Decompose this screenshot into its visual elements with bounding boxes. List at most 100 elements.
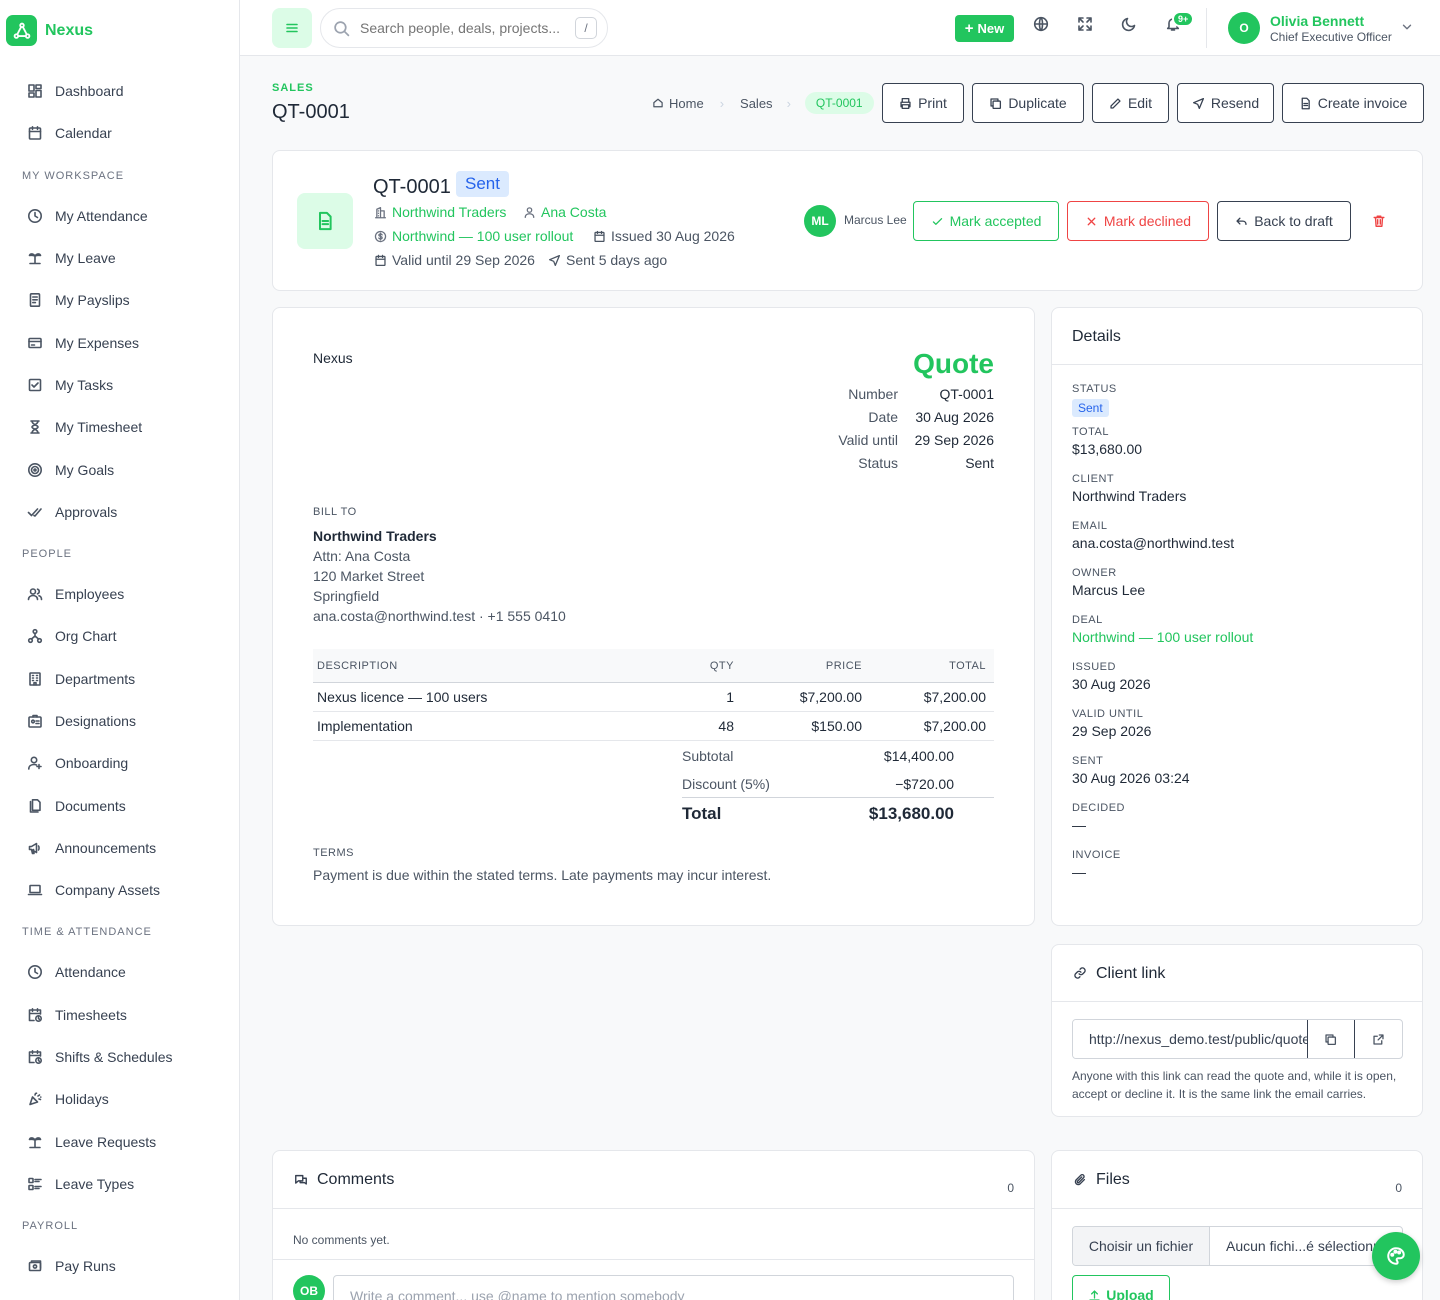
back-to-draft-button[interactable]: Back to draft bbox=[1217, 201, 1351, 241]
detail-label: DECIDED bbox=[1072, 802, 1126, 814]
total-value: $13,680.00 bbox=[868, 804, 954, 823]
search-bar[interactable]: / bbox=[320, 8, 608, 48]
sidebar-item-attendance[interactable]: Attendance bbox=[0, 951, 239, 993]
fullscreen-icon[interactable] bbox=[1077, 16, 1093, 32]
sidebar-item-my-leave[interactable]: My Leave bbox=[0, 237, 239, 279]
quote-meta: Number QT-0001 Date 30 Aug 2026 Valid un… bbox=[694, 382, 994, 474]
sidebar-item-company-assets[interactable]: Company Assets bbox=[0, 869, 239, 911]
sidebar-item-my-payslips[interactable]: My Payslips bbox=[0, 279, 239, 321]
file-picker[interactable]: Choisir un fichier Aucun fichi...é sélec… bbox=[1072, 1226, 1403, 1266]
choose-file-button[interactable]: Choisir un fichier bbox=[1073, 1227, 1210, 1265]
card-divider bbox=[273, 1259, 1034, 1260]
trash-icon[interactable] bbox=[1372, 214, 1386, 228]
client-link[interactable]: Northwind Traders bbox=[374, 204, 506, 220]
sidebar-item-label: Holidays bbox=[55, 1091, 109, 1108]
col-description: DESCRIPTION bbox=[317, 659, 398, 672]
calendar-icon bbox=[594, 230, 605, 242]
chevron-down-icon[interactable] bbox=[1400, 20, 1414, 34]
sidebar-item-approvals[interactable]: Approvals bbox=[0, 491, 239, 533]
user-icon bbox=[524, 206, 535, 218]
page-kicker: SALES bbox=[272, 82, 314, 94]
sidebar-item-my-goals[interactable]: My Goals bbox=[0, 448, 239, 490]
bill-to-contact: ana.costa@northwind.test · +1 555 0410 bbox=[313, 608, 566, 624]
user-avatar[interactable]: O bbox=[1228, 12, 1260, 44]
col-total: TOTAL bbox=[949, 659, 986, 672]
sidebar-item-my-attendance[interactable]: My Attendance bbox=[0, 195, 239, 237]
people-icon bbox=[27, 588, 43, 601]
globe-icon[interactable] bbox=[1033, 16, 1049, 32]
sidebar-item-leave-requests[interactable]: Leave Requests bbox=[0, 1121, 239, 1163]
user-name[interactable]: Olivia Bennett bbox=[1270, 13, 1364, 29]
org-icon bbox=[27, 629, 43, 644]
deal-link[interactable]: Northwind — 100 user rollout bbox=[374, 228, 573, 244]
comments-card: Comments 0 No comments yet. OB Write a c… bbox=[272, 1150, 1035, 1300]
sidebar-item-label: Leave Types bbox=[55, 1175, 135, 1192]
bill-to-attn: Attn: Ana Costa bbox=[313, 548, 411, 564]
send-icon bbox=[1192, 97, 1204, 109]
sidebar-item-salary-structures[interactable]: Salary Structures bbox=[0, 1287, 239, 1300]
mark-accepted-button[interactable]: Mark accepted bbox=[913, 201, 1059, 241]
menu-toggle-button[interactable] bbox=[272, 8, 312, 48]
list-icon bbox=[28, 1177, 42, 1191]
brand[interactable]: Nexus bbox=[6, 15, 93, 46]
home-icon bbox=[653, 98, 663, 108]
comments-empty: No comments yet. bbox=[293, 1233, 390, 1247]
upload-button[interactable]: Upload bbox=[1072, 1275, 1170, 1300]
sidebar-item-leave-types[interactable]: Leave Types bbox=[0, 1163, 239, 1205]
item-price: $150.00 bbox=[811, 718, 862, 734]
quote-meta-value: 30 Aug 2026 bbox=[915, 408, 994, 425]
print-button[interactable]: Print bbox=[882, 83, 964, 123]
col-qty: QTY bbox=[709, 659, 734, 672]
bill-to-street: 120 Market Street bbox=[313, 568, 425, 584]
table-header: DESCRIPTION QTY PRICE TOTAL bbox=[313, 649, 994, 683]
sidebar-item-documents[interactable]: Documents bbox=[0, 784, 239, 826]
sidebar-item-dashboard[interactable]: Dashboard bbox=[0, 70, 239, 112]
duplicate-button[interactable]: Duplicate bbox=[972, 83, 1084, 123]
client-link-input[interactable] bbox=[1073, 1020, 1307, 1058]
sidebar-item-my-timesheet[interactable]: My Timesheet bbox=[0, 406, 239, 448]
sidebar-item-departments[interactable]: Departments bbox=[0, 658, 239, 700]
hamburger-icon bbox=[286, 23, 298, 33]
sidebar-item-my-tasks[interactable]: My Tasks bbox=[0, 364, 239, 406]
edit-button[interactable]: Edit bbox=[1092, 83, 1169, 123]
moon-icon[interactable] bbox=[1121, 16, 1137, 32]
discount-row: Discount (5%) −$720.00 bbox=[682, 776, 954, 792]
open-link-button[interactable] bbox=[1354, 1020, 1402, 1058]
sidebar-item-label: My Expenses bbox=[55, 334, 140, 351]
sidebar-item-my-expenses[interactable]: My Expenses bbox=[0, 321, 239, 363]
breadcrumb-home[interactable]: Home bbox=[652, 96, 704, 111]
quote-meta-value: 29 Sep 2026 bbox=[914, 431, 994, 448]
theme-palette-button[interactable] bbox=[1372, 1232, 1420, 1280]
discount-label: Discount (5%) bbox=[682, 776, 770, 792]
table-row: Nexus licence — 100 users 1 $7,200.00 $7… bbox=[313, 683, 994, 712]
detail-value[interactable]: Northwind — 100 user rollout bbox=[1072, 629, 1253, 645]
comment-input[interactable]: Write a comment... use @name to mention … bbox=[333, 1275, 1014, 1300]
contact-link[interactable]: Ana Costa bbox=[523, 204, 606, 220]
detail-label: OWNER bbox=[1072, 567, 1117, 579]
copy-link-button[interactable] bbox=[1306, 1020, 1355, 1058]
sidebar-item-pay-runs[interactable]: Pay Runs bbox=[0, 1245, 239, 1287]
new-button[interactable]: + New bbox=[955, 15, 1014, 42]
sidebar-item-employees[interactable]: Employees bbox=[0, 573, 239, 615]
create-invoice-button[interactable]: Create invoice bbox=[1282, 83, 1424, 123]
client-name: Northwind Traders bbox=[392, 204, 507, 220]
search-input[interactable] bbox=[360, 20, 560, 36]
sidebar-item-announcements[interactable]: Announcements bbox=[0, 827, 239, 869]
sidebar-item-designations[interactable]: Designations bbox=[0, 700, 239, 742]
building-icon bbox=[29, 671, 41, 686]
detail-label: STATUS bbox=[1072, 383, 1117, 395]
sidebar-item-org-chart[interactable]: Org Chart bbox=[0, 615, 239, 657]
back-to-draft-label: Back to draft bbox=[1254, 213, 1333, 229]
mark-declined-button[interactable]: Mark declined bbox=[1067, 201, 1209, 241]
sidebar-item-shifts-and-schedules[interactable]: Shifts & Schedules bbox=[0, 1036, 239, 1078]
sidebar-item-holidays[interactable]: Holidays bbox=[0, 1078, 239, 1120]
resend-label: Resend bbox=[1210, 95, 1260, 111]
doc-icon bbox=[29, 293, 41, 308]
resend-button[interactable]: Resend bbox=[1177, 83, 1274, 123]
logo-icon bbox=[6, 15, 37, 46]
sidebar-item-onboarding[interactable]: Onboarding bbox=[0, 742, 239, 784]
breadcrumb-sales[interactable]: Sales bbox=[740, 96, 773, 111]
sidebar-item-timesheets[interactable]: Timesheets bbox=[0, 994, 239, 1036]
quote-meta-row: Number QT-0001 bbox=[694, 382, 994, 405]
sidebar-item-calendar[interactable]: Calendar bbox=[0, 112, 239, 154]
